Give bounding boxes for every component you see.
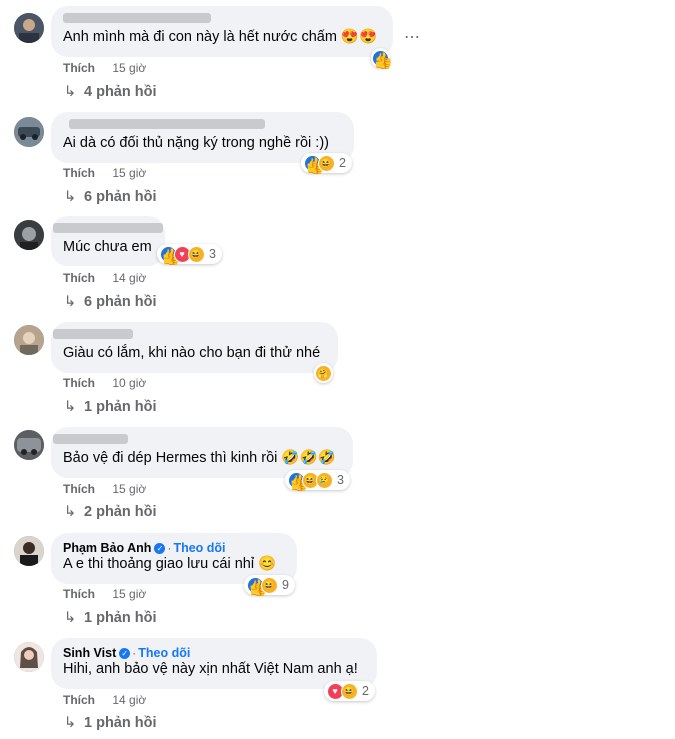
comment-bubble: Giàu có lắm, khi nào cho bạn đi thử nhé xyxy=(51,322,338,373)
view-replies-button[interactable]: ↳ 6 phản hồi xyxy=(64,189,157,205)
comment-text: Múc chưa em xyxy=(63,239,152,255)
author-name-redacted[interactable] xyxy=(53,434,341,449)
reaction-count: 2 xyxy=(339,156,346,170)
reaction-summary[interactable]: 👍 😆 2 xyxy=(301,153,352,173)
comment-time[interactable]: 15 giờ xyxy=(112,61,146,75)
verified-badge-icon: ✓ xyxy=(154,543,166,554)
haha-reaction-icon: 😆 xyxy=(261,576,278,594)
comment-meta: Thích 15 giờ xyxy=(63,166,146,180)
like-button[interactable]: Thích xyxy=(63,587,95,601)
avatar[interactable] xyxy=(14,13,44,43)
more-options-icon[interactable]: ⋯ xyxy=(404,27,420,47)
comment-bubble: Múc chưa em xyxy=(51,216,165,266)
reply-arrow-icon: ↳ xyxy=(64,399,77,415)
replies-count: 1 phản hồi xyxy=(84,399,157,415)
view-replies-button[interactable]: ↳ 2 phản hồi xyxy=(64,504,157,520)
like-button[interactable]: Thích xyxy=(63,693,95,707)
comment-meta: Thích 15 giờ xyxy=(63,61,146,75)
reply-arrow-icon: ↳ xyxy=(64,84,77,100)
comment-text: Bảo vệ đi dép Hermes thì kinh rồi 🤣🤣🤣 xyxy=(63,450,336,466)
avatar[interactable] xyxy=(14,642,44,672)
reaction-summary[interactable]: 🤗 xyxy=(314,363,333,383)
reply-arrow-icon: ↳ xyxy=(64,715,77,731)
haha-reaction-icon: 😆 xyxy=(341,682,358,700)
comment-text: Anh mình mà đi con này là hết nước chấm … xyxy=(63,29,378,45)
comment-meta: Thích 15 giờ xyxy=(63,482,146,496)
reaction-summary[interactable]: 👍 ♥ 😆 3 xyxy=(157,244,222,264)
replies-count: 1 phản hồi xyxy=(84,610,157,626)
haha-reaction-icon: 😆 xyxy=(188,245,205,263)
follow-button[interactable]: Theo dõi xyxy=(173,541,225,555)
comment-time[interactable]: 15 giờ xyxy=(112,587,146,601)
reaction-summary[interactable]: 👍 xyxy=(371,48,390,68)
view-replies-button[interactable]: ↳ 1 phản hồi xyxy=(64,399,157,415)
author-name-redacted[interactable] xyxy=(63,13,381,28)
comment-time[interactable]: 15 giờ xyxy=(112,166,146,180)
comment-bubble: Anh mình mà đi con này là hết nước chấm … xyxy=(51,6,393,57)
comment-time[interactable]: 10 giờ xyxy=(112,376,146,390)
view-replies-button[interactable]: ↳ 4 phản hồi xyxy=(64,84,157,100)
haha-reaction-icon: 😆 xyxy=(318,154,335,172)
comment-time[interactable]: 14 giờ xyxy=(112,271,146,285)
comment-meta: Thích 15 giờ xyxy=(63,587,146,601)
author-name-redacted[interactable] xyxy=(63,119,342,134)
avatar[interactable] xyxy=(14,117,44,147)
replies-count: 6 phản hồi xyxy=(84,294,157,310)
author-name-redacted[interactable] xyxy=(53,223,163,238)
like-button[interactable]: Thích xyxy=(63,271,95,285)
reaction-count: 3 xyxy=(337,473,344,487)
comment-text: A e thi thoảng giao lưu cái nhỉ 😊 xyxy=(63,556,277,572)
separator-dot: · xyxy=(167,541,172,555)
comment-meta: Thích 14 giờ xyxy=(63,693,146,707)
reaction-summary[interactable]: 👍 😆 9 xyxy=(244,575,295,595)
verified-badge-icon: ✓ xyxy=(119,648,131,659)
comment-text: Hihi, anh bảo vệ này xịn nhất Việt Nam a… xyxy=(63,661,358,677)
reaction-summary[interactable]: ♥ 😆 2 xyxy=(324,681,375,701)
reaction-count: 3 xyxy=(209,247,216,261)
reply-arrow-icon: ↳ xyxy=(64,294,77,310)
sad-reaction-icon: 😢 xyxy=(316,471,333,489)
avatar[interactable] xyxy=(14,220,44,250)
like-button[interactable]: Thích xyxy=(63,166,95,180)
view-replies-button[interactable]: ↳ 6 phản hồi xyxy=(64,294,157,310)
comment-meta: Thích 10 giờ xyxy=(63,376,146,390)
reaction-count: 9 xyxy=(282,578,289,592)
like-button[interactable]: Thích xyxy=(63,376,95,390)
separator-dot: · xyxy=(132,646,137,660)
author-row: Sinh Vist ✓ · Theo dõi xyxy=(63,646,365,660)
reaction-count: 2 xyxy=(362,684,369,698)
replies-count: 2 phản hồi xyxy=(84,504,157,520)
comment-meta: Thích 14 giờ xyxy=(63,271,146,285)
avatar[interactable] xyxy=(14,325,44,355)
comment-time[interactable]: 14 giờ xyxy=(112,693,146,707)
comment-text: Giàu có lắm, khi nào cho bạn đi thử nhé xyxy=(63,345,321,361)
like-reaction-icon: 👍 xyxy=(372,49,389,67)
view-replies-button[interactable]: ↳ 1 phản hồi xyxy=(64,610,157,626)
view-replies-button[interactable]: ↳ 1 phản hồi xyxy=(64,715,157,731)
replies-count: 6 phản hồi xyxy=(84,189,157,205)
author-name[interactable]: Sinh Vist xyxy=(63,646,116,661)
reply-arrow-icon: ↳ xyxy=(64,504,77,520)
author-row: Phạm Bảo Anh ✓ · Theo dõi xyxy=(63,541,285,555)
reply-arrow-icon: ↳ xyxy=(64,189,77,205)
avatar[interactable] xyxy=(14,536,44,566)
like-button[interactable]: Thích xyxy=(63,61,95,75)
care-reaction-icon: 🤗 xyxy=(315,364,332,382)
avatar[interactable] xyxy=(14,430,44,460)
author-name-redacted[interactable] xyxy=(53,329,326,344)
comment-time[interactable]: 15 giờ xyxy=(112,482,146,496)
author-name[interactable]: Phạm Bảo Anh xyxy=(63,541,151,556)
reaction-summary[interactable]: 👍 😆 😢 3 xyxy=(285,470,350,490)
replies-count: 1 phản hồi xyxy=(84,715,157,731)
like-button[interactable]: Thích xyxy=(63,482,95,496)
reply-arrow-icon: ↳ xyxy=(64,610,77,626)
comment-text: Ai dà có đối thủ nặng ký trong nghề rồi … xyxy=(63,135,329,151)
follow-button[interactable]: Theo dõi xyxy=(138,646,190,660)
replies-count: 4 phản hồi xyxy=(84,84,157,100)
